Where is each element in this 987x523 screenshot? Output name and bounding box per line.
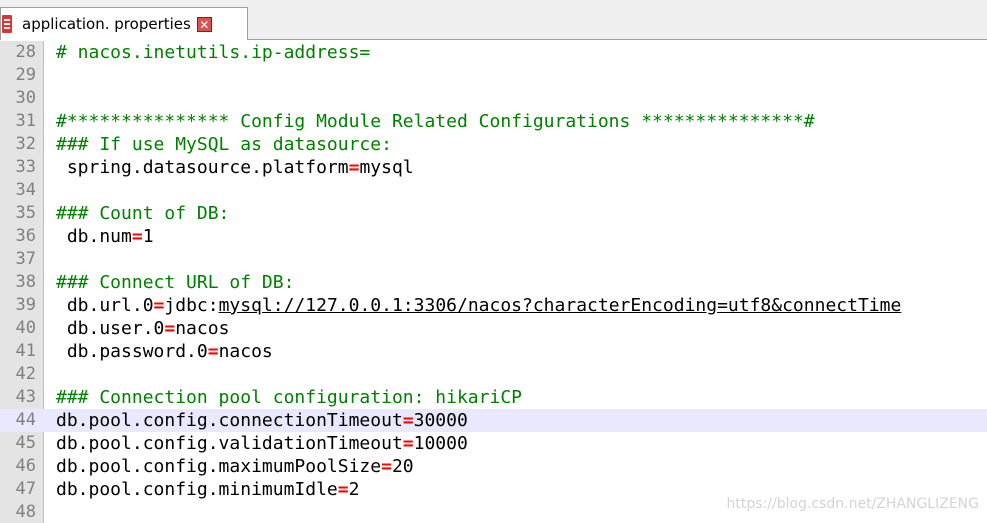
code-line[interactable]: 43 ### Connection pool configuration: hik…: [0, 386, 987, 409]
line-number: 34: [15, 180, 36, 200]
code-line[interactable]: 42: [0, 363, 987, 386]
assignment-operator: =: [348, 157, 360, 178]
property-key: db.pool.config.maximumPoolSize: [56, 456, 382, 477]
code-line[interactable]: 46 db.pool.config.maximumPoolSize=20: [0, 455, 987, 478]
property-value-prefix: jdbc:: [164, 295, 219, 316]
code-line[interactable]: 33 spring.datasource.platform=mysql: [0, 156, 987, 179]
line-number: 47: [15, 479, 36, 499]
comment-text: ### Connect URL of DB:: [56, 272, 295, 293]
property-value: 10000: [413, 433, 468, 454]
code-text: #*************** Config Module Related C…: [56, 110, 815, 133]
code-text: ### Count of DB:: [56, 202, 229, 225]
line-number: 43: [15, 387, 36, 407]
code-text: db.pool.config.maximumPoolSize=20: [56, 455, 414, 478]
property-key: db.url.0: [56, 295, 154, 316]
line-number: 29: [15, 65, 36, 85]
code-line[interactable]: 30: [0, 87, 987, 110]
line-number: 42: [15, 364, 36, 384]
line-number: 31: [15, 111, 36, 131]
code-text: db.password.0=nacos: [56, 340, 273, 363]
line-number: 41: [15, 341, 36, 361]
code-line[interactable]: 32 ### If use MySQL as datasource:: [0, 133, 987, 156]
comment-text: # nacos.inetutils.ip-address=: [56, 42, 371, 63]
line-number: 46: [15, 456, 36, 476]
code-line[interactable]: 28 # nacos.inetutils.ip-address=: [0, 41, 987, 64]
code-text: db.pool.config.validationTimeout=10000: [56, 432, 468, 455]
code-line[interactable]: 38 ### Connect URL of DB:: [0, 271, 987, 294]
property-key: db.pool.config.validationTimeout: [56, 433, 403, 454]
property-value: nacos: [175, 318, 230, 339]
assignment-operator: =: [153, 295, 165, 316]
line-number: 30: [15, 88, 36, 108]
property-key: db.password.0: [56, 341, 208, 362]
code-text: spring.datasource.platform=mysql: [56, 156, 414, 179]
line-number: 39: [15, 295, 36, 315]
code-line[interactable]: 44 db.pool.config.connectionTimeout=30000: [0, 409, 987, 432]
code-text: # nacos.inetutils.ip-address=: [56, 41, 370, 64]
assignment-operator: =: [402, 433, 414, 454]
line-number: 28: [15, 42, 36, 62]
code-line[interactable]: 35 ### Count of DB:: [0, 202, 987, 225]
comment-text: ### Connection pool configuration: hikar…: [56, 387, 522, 408]
tab-application-properties[interactable]: application. properties ✕: [0, 7, 248, 40]
property-value: 30000: [413, 410, 468, 431]
property-value: mysql: [359, 157, 414, 178]
code-text: db.pool.config.connectionTimeout=30000: [56, 409, 468, 432]
line-number: 32: [15, 134, 36, 154]
property-value: 20: [391, 456, 414, 477]
code-text: db.user.0=nacos: [56, 317, 230, 340]
watermark: https://blog.csdn.net/ZHANGLIZENG: [726, 496, 979, 512]
code-text: ### If use MySQL as datasource:: [56, 133, 392, 156]
code-line[interactable]: 41 db.password.0=nacos: [0, 340, 987, 363]
code-line[interactable]: 39 db.url.0=jdbc:mysql://127.0.0.1:3306/…: [0, 294, 987, 317]
file-icon: [2, 15, 12, 33]
code-line[interactable]: 45 db.pool.config.validationTimeout=10000: [0, 432, 987, 455]
comment-text: ### Count of DB:: [56, 203, 230, 224]
code-text: db.num=1: [56, 225, 154, 248]
line-number: 48: [15, 502, 36, 522]
assignment-operator: =: [131, 226, 143, 247]
property-value: 2: [348, 479, 360, 500]
comment-text: ### If use MySQL as datasource:: [56, 134, 392, 155]
line-number: 38: [15, 272, 36, 292]
property-key: db.pool.config.minimumIdle: [56, 479, 338, 500]
line-number: 45: [15, 433, 36, 453]
close-icon[interactable]: ✕: [196, 16, 212, 32]
property-key: spring.datasource.platform: [56, 157, 349, 178]
code-editor[interactable]: 28 # nacos.inetutils.ip-address= 29 30 31 #**…: [0, 41, 987, 523]
property-value: nacos: [218, 341, 273, 362]
line-number: 40: [15, 318, 36, 338]
code-text: db.pool.config.minimumIdle=2: [56, 478, 359, 501]
code-line[interactable]: 34: [0, 179, 987, 202]
code-text: ### Connection pool configuration: hikar…: [56, 386, 522, 409]
tab-bar: application. properties ✕: [0, 0, 987, 40]
property-key: db.user.0: [56, 318, 165, 339]
assignment-operator: =: [337, 479, 349, 500]
url-link[interactable]: mysql://127.0.0.1:3306/nacos?characterEn…: [219, 295, 902, 316]
assignment-operator: =: [207, 341, 219, 362]
code-line[interactable]: 40 db.user.0=nacos: [0, 317, 987, 340]
property-value: 1: [142, 226, 154, 247]
line-number: 37: [15, 249, 36, 269]
line-number: 35: [15, 203, 36, 223]
property-key: db.num: [56, 226, 132, 247]
line-number: 44: [15, 410, 36, 430]
tab-label: application. properties: [22, 15, 191, 33]
code-line[interactable]: 31 #*************** Config Module Related…: [0, 110, 987, 133]
line-number: 36: [15, 226, 36, 246]
line-number: 33: [15, 157, 36, 177]
code-line[interactable]: 36 db.num=1: [0, 225, 987, 248]
comment-text: #*************** Config Module Related C…: [56, 111, 815, 132]
property-key: db.pool.config.connectionTimeout: [56, 410, 403, 431]
code-text: ### Connect URL of DB:: [56, 271, 294, 294]
code-text: db.url.0=jdbc:mysql://127.0.0.1:3306/nac…: [56, 294, 901, 317]
assignment-operator: =: [402, 410, 414, 431]
assignment-operator: =: [381, 456, 392, 477]
assignment-operator: =: [164, 318, 176, 339]
code-line[interactable]: 37: [0, 248, 987, 271]
code-line[interactable]: 29: [0, 64, 987, 87]
